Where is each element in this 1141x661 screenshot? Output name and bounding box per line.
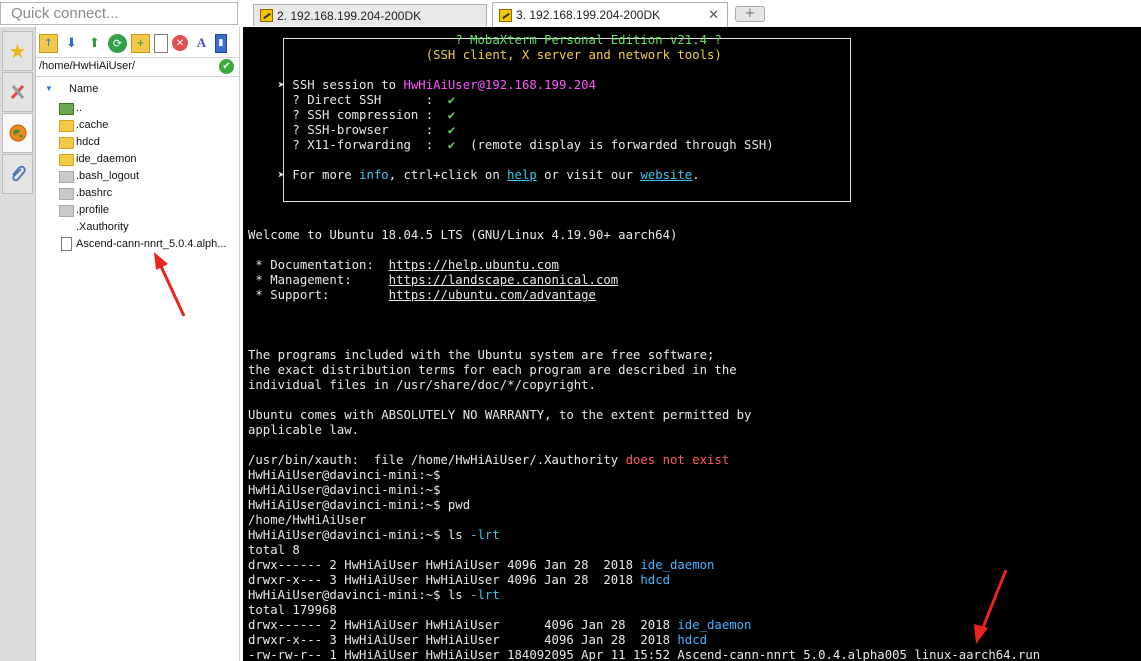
list-item[interactable]: .. bbox=[36, 100, 240, 117]
star-icon: ★ bbox=[8, 39, 27, 63]
sftp-toolbar: ↑ ⬇ ⬆ ⟳ + ✕ A ▮ bbox=[36, 32, 243, 54]
tab-session-3[interactable]: 3. 192.168.199.204-200DK ✕ bbox=[492, 2, 728, 27]
paperclip-icon bbox=[11, 165, 26, 182]
tab-label: 3. 192.168.199.204-200DK bbox=[516, 8, 661, 22]
help-link[interactable]: help bbox=[507, 168, 537, 182]
upload-icon[interactable]: ⬆ bbox=[85, 34, 104, 53]
new-folder-icon[interactable]: + bbox=[131, 33, 150, 53]
hidden-file-icon bbox=[59, 205, 74, 217]
sftp-browser: ↑ ⬇ ⬆ ⟳ + ✕ A ▮ /home/HwHiAiUser/ ✔ ▼ Na… bbox=[36, 27, 240, 661]
list-item[interactable]: .Xauthority bbox=[36, 219, 240, 236]
quick-connect-input[interactable] bbox=[1, 3, 237, 24]
sftp-path-bar[interactable]: /home/HwHiAiUser/ ✔ bbox=[36, 57, 240, 77]
sftp-tab[interactable] bbox=[2, 113, 33, 153]
folder-icon bbox=[59, 137, 74, 149]
website-link[interactable]: website bbox=[640, 168, 692, 182]
list-item[interactable]: hdcd bbox=[36, 134, 240, 151]
macros-tab[interactable] bbox=[2, 154, 33, 194]
banner-title: ? MobaXterm Personal Edition v21.4 ? bbox=[455, 33, 722, 47]
tools-tab[interactable] bbox=[2, 72, 33, 112]
follow-terminal-icon[interactable]: ▮ bbox=[215, 33, 227, 53]
session-target: HwHiAiUser@192.168.199.204 bbox=[403, 78, 596, 92]
terminal[interactable]: ? MobaXterm Personal Edition v21.4 ? (SS… bbox=[243, 27, 1141, 661]
list-item[interactable]: ide_daemon bbox=[36, 151, 240, 168]
info-link[interactable]: info bbox=[359, 168, 389, 182]
terminal-session-icon bbox=[499, 8, 512, 22]
left-vertical-tabs: ★ bbox=[0, 27, 36, 661]
rename-icon[interactable]: A bbox=[192, 34, 211, 53]
documentation-link[interactable]: https://help.ubuntu.com bbox=[389, 258, 559, 272]
list-item[interactable]: .cache bbox=[36, 117, 240, 134]
folder-icon bbox=[59, 154, 74, 166]
plus-icon: + bbox=[744, 6, 756, 21]
new-tab-button[interactable]: + bbox=[735, 6, 765, 22]
xauth-error: does not exist bbox=[625, 453, 730, 467]
welcome-line: Welcome to Ubuntu 18.04.5 LTS (GNU/Linux… bbox=[248, 228, 678, 242]
list-item[interactable]: Ascend-cann-nnrt_5.0.4.alph... bbox=[36, 236, 240, 253]
download-icon[interactable]: ⬇ bbox=[62, 34, 81, 53]
refresh-icon[interactable]: ⟳ bbox=[108, 33, 127, 53]
column-header[interactable]: ▼ Name bbox=[36, 81, 240, 99]
parent-folder-icon bbox=[59, 103, 74, 115]
uploaded-file-name: Ascend-cann-nnrt_5.0.4.alpha005_linux-aa… bbox=[677, 648, 1041, 661]
list-item[interactable]: .profile bbox=[36, 202, 240, 219]
terminal-session-icon bbox=[260, 9, 273, 22]
checkmark-icon[interactable]: ✔ bbox=[219, 59, 234, 74]
session-tab-bar: 2. 192.168.199.204-200DK 3. 192.168.199.… bbox=[240, 0, 1141, 27]
column-name[interactable]: Name bbox=[69, 83, 98, 95]
tools-icon bbox=[10, 84, 24, 100]
delete-icon[interactable]: ✕ bbox=[172, 35, 188, 51]
file-icon bbox=[61, 237, 72, 251]
tab-label: 2. 192.168.199.204-200DK bbox=[277, 8, 422, 23]
support-link[interactable]: https://ubuntu.com/advantage bbox=[389, 288, 596, 302]
hidden-file-icon bbox=[59, 171, 74, 183]
folder-up-icon[interactable]: ↑ bbox=[39, 33, 58, 53]
new-file-icon[interactable] bbox=[154, 33, 168, 53]
sessions-tab[interactable]: ★ bbox=[2, 31, 33, 71]
tab-session-2[interactable]: 2. 192.168.199.204-200DK bbox=[253, 4, 487, 26]
sftp-path[interactable]: /home/HwHiAiUser/ bbox=[39, 60, 135, 72]
banner-subtitle: (SSH client, X server and network tools) bbox=[425, 48, 722, 62]
close-icon[interactable]: ✕ bbox=[708, 7, 719, 23]
sftp-globe-icon bbox=[9, 124, 26, 142]
management-link[interactable]: https://landscape.canonical.com bbox=[389, 273, 619, 287]
list-item[interactable]: .bashrc bbox=[36, 185, 240, 202]
folder-icon bbox=[59, 120, 74, 132]
file-list: .. .cache hdcd ide_daemon .bash_logout .… bbox=[36, 100, 240, 253]
sort-arrow-icon: ▼ bbox=[45, 84, 53, 93]
quick-connect[interactable] bbox=[0, 2, 238, 25]
list-item[interactable]: .bash_logout bbox=[36, 168, 240, 185]
hidden-file-icon bbox=[59, 188, 74, 200]
terminal-output: ? MobaXterm Personal Edition v21.4 ? (SS… bbox=[248, 33, 1041, 661]
blank-file-icon bbox=[59, 222, 74, 234]
